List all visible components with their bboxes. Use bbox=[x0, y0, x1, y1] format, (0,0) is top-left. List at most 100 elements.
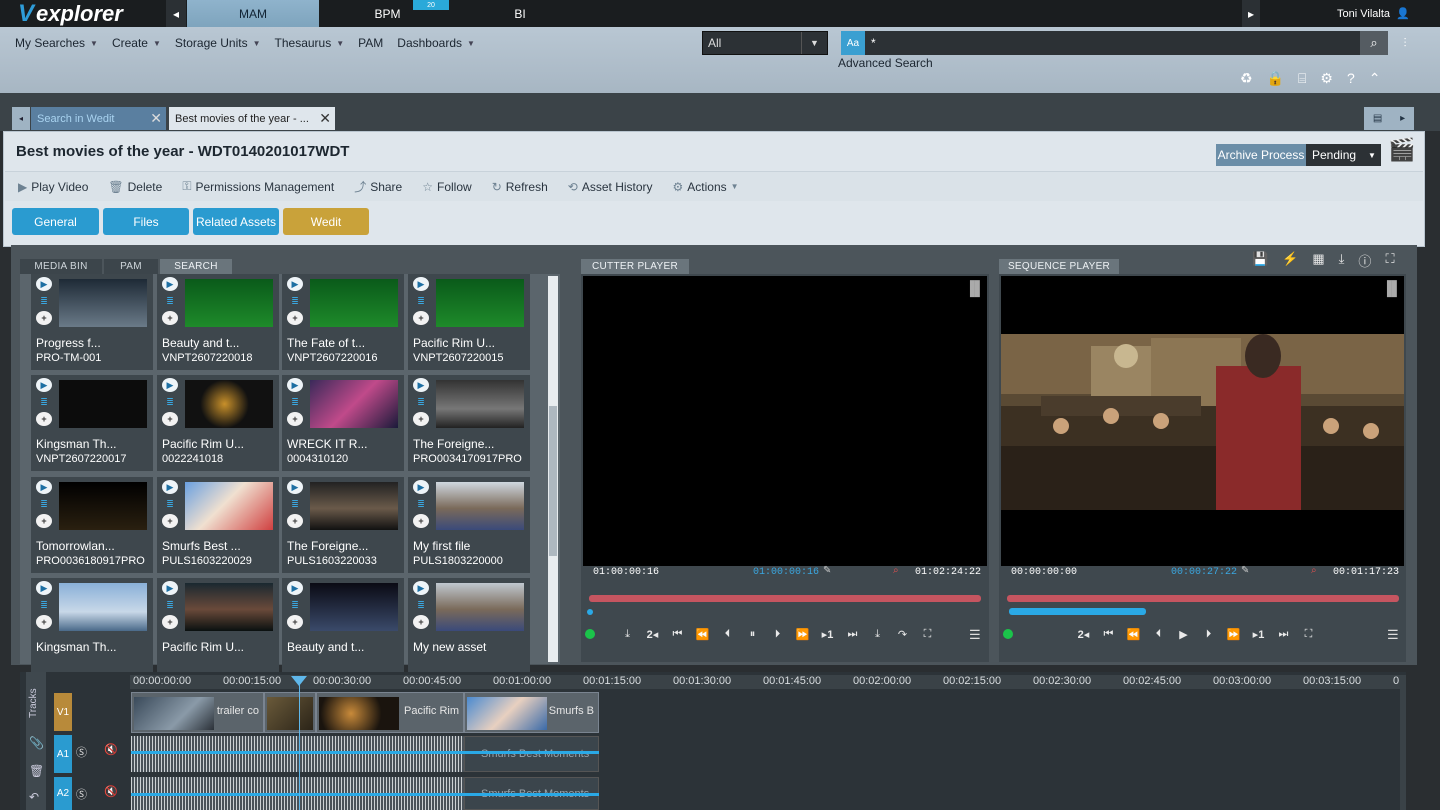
audio-clip-a1[interactable]: Smurfs Best Moments bbox=[464, 736, 599, 772]
media-item[interactable]: ▶ ≣ + WRECK IT R... 0004310120 bbox=[282, 375, 404, 471]
play-icon[interactable]: ▶ bbox=[287, 480, 303, 494]
rewind-icon[interactable]: ⏪ bbox=[690, 628, 715, 641]
cutter-screen[interactable] bbox=[583, 276, 987, 566]
add-icon[interactable]: + bbox=[162, 514, 178, 528]
prev-frame-icon[interactable]: ⏴ bbox=[715, 628, 740, 641]
menu-dashboards[interactable]: Dashboards ▼ bbox=[390, 33, 482, 53]
audio-waveform-a1[interactable] bbox=[131, 736, 464, 772]
add-icon[interactable]: + bbox=[162, 615, 178, 629]
tab-wedit[interactable]: Wedit bbox=[283, 208, 369, 235]
media-thumbnail[interactable] bbox=[436, 380, 524, 428]
media-item[interactable]: ▶ ≣ + Kingsman Th... VNPT2607220017 bbox=[31, 375, 153, 471]
step-back-icon[interactable]: ⏮ bbox=[1096, 628, 1121, 641]
zoom-icon[interactable]: ⌕ bbox=[893, 565, 899, 576]
play-icon[interactable]: ▶ bbox=[413, 581, 429, 595]
media-item[interactable]: ▶ ≣ + Kingsman Th... bbox=[31, 578, 153, 674]
cutter-player-tab[interactable]: CUTTER PLAYER bbox=[581, 259, 689, 274]
media-thumbnail[interactable] bbox=[59, 279, 147, 327]
delete-button[interactable]: 🗑 Delete bbox=[108, 178, 162, 195]
media-item[interactable]: ▶ ≣ + Tomorrowlan... PRO0036180917PRO bbox=[31, 477, 153, 573]
nav-left-arrow-icon[interactable]: ◂ bbox=[166, 0, 186, 27]
timeline-clip[interactable]: trailer co bbox=[131, 692, 264, 733]
case-sensitive-toggle[interactable]: Aa bbox=[841, 31, 865, 55]
sequence-progress-bar[interactable] bbox=[1009, 608, 1146, 615]
fullscreen-icon[interactable]: ⛶ bbox=[1296, 628, 1321, 641]
play-icon[interactable]: ▶ bbox=[287, 581, 303, 595]
forward-icon[interactable]: ⏩ bbox=[1221, 628, 1246, 641]
play-icon[interactable]: ▶ bbox=[36, 378, 52, 392]
speed-back-button[interactable]: 2◂ bbox=[640, 628, 665, 641]
sequence-scrubber[interactable] bbox=[1007, 595, 1399, 602]
rewind-icon[interactable]: ⏪ bbox=[1121, 628, 1146, 641]
cutter-scrubber[interactable] bbox=[589, 595, 981, 602]
audio-meter-icon[interactable]: ▐▌ bbox=[965, 280, 985, 296]
layout-icon[interactable]: ▦ bbox=[1312, 251, 1324, 270]
add-icon[interactable]: + bbox=[413, 514, 429, 528]
audio-level-line-a2[interactable] bbox=[131, 793, 599, 796]
tab-search[interactable]: SEARCH bbox=[160, 259, 232, 274]
add-icon[interactable]: + bbox=[36, 412, 52, 426]
edit-icon[interactable]: ✎ bbox=[1241, 565, 1249, 576]
insert-icon[interactable]: ↷ bbox=[890, 628, 915, 641]
media-bin-scrollbar[interactable] bbox=[548, 276, 558, 662]
mute-icon[interactable]: 🔇 bbox=[104, 785, 118, 798]
media-item[interactable]: ▶ ≣ + Pacific Rim U... VNPT2607220015 bbox=[408, 274, 530, 370]
add-icon[interactable]: + bbox=[287, 311, 303, 325]
step-back-icon[interactable]: ⏮ bbox=[665, 628, 690, 641]
sequence-screen[interactable] bbox=[1001, 276, 1404, 566]
media-thumbnail[interactable] bbox=[59, 482, 147, 530]
cutter-position-marker[interactable] bbox=[587, 609, 593, 615]
media-item[interactable]: ▶ ≣ + Beauty and t... VNPT2607220018 bbox=[157, 274, 279, 370]
nav-right-arrow-icon[interactable]: ▸ bbox=[1242, 0, 1260, 27]
search-input[interactable] bbox=[865, 31, 1360, 55]
media-thumbnail[interactable] bbox=[185, 583, 273, 631]
timeline-scrollbar[interactable] bbox=[1400, 675, 1406, 810]
add-icon[interactable]: + bbox=[413, 412, 429, 426]
play-icon[interactable]: ▶ bbox=[287, 378, 303, 392]
media-thumbnail[interactable] bbox=[310, 482, 398, 530]
tab-mam[interactable]: MAM bbox=[187, 0, 319, 27]
media-item[interactable]: ▶ ≣ + Progress f... PRO-TM-001 bbox=[31, 274, 153, 370]
gear-icon[interactable]: ⚙ bbox=[1320, 70, 1333, 87]
timeline-clip[interactable]: Pacific Rim bbox=[316, 692, 464, 733]
add-icon[interactable]: + bbox=[413, 311, 429, 325]
menu-my-searches[interactable]: My Searches ▼ bbox=[8, 33, 105, 53]
media-thumbnail[interactable] bbox=[310, 583, 398, 631]
add-icon[interactable]: + bbox=[36, 311, 52, 325]
play-icon[interactable]: ▶ bbox=[413, 378, 429, 392]
fullscreen-icon[interactable]: ⛶ bbox=[1385, 251, 1394, 270]
track-v1[interactable]: V1 bbox=[54, 693, 72, 731]
pin-icon[interactable]: ⫶ bbox=[1396, 31, 1414, 55]
media-item[interactable]: ▶ ≣ + The Foreigne... PULS1603220033 bbox=[282, 477, 404, 573]
media-item[interactable]: ▶ ≣ + Pacific Rim U... 0022241018 bbox=[157, 375, 279, 471]
media-item[interactable]: ▶ ≣ + The Fate of t... VNPT2607220016 bbox=[282, 274, 404, 370]
next-frame-icon[interactable]: ⏵ bbox=[1196, 628, 1221, 641]
add-icon[interactable]: + bbox=[287, 615, 303, 629]
edit-icon[interactable]: ✎ bbox=[823, 565, 831, 576]
advanced-search-link[interactable]: Advanced Search bbox=[838, 56, 933, 70]
menu-icon[interactable]: ☰ bbox=[1387, 627, 1399, 643]
attach-icon[interactable]: 📎 bbox=[29, 736, 44, 750]
trash-icon[interactable]: 🗑 bbox=[29, 764, 44, 778]
track-a1[interactable]: A1 bbox=[54, 735, 72, 773]
menu-storage-units[interactable]: Storage Units ▼ bbox=[168, 33, 268, 53]
play-icon[interactable]: ▶ bbox=[162, 277, 178, 291]
media-item[interactable]: ▶ ≣ + The Foreigne... PRO0034170917PRO bbox=[408, 375, 530, 471]
workspace-tab-search[interactable]: Search in Wedit ✕ bbox=[31, 107, 166, 130]
add-icon[interactable]: + bbox=[413, 615, 429, 629]
collapse-up-icon[interactable]: ⌃ bbox=[1369, 70, 1381, 87]
media-thumbnail[interactable] bbox=[436, 583, 524, 631]
tab-files[interactable]: Files bbox=[103, 208, 189, 235]
app-logo[interactable]: Vexplorer bbox=[18, 0, 123, 27]
next-frame-icon[interactable]: ⏵ bbox=[765, 628, 790, 641]
workspace-panel-toggle[interactable]: ▤ ▸ bbox=[1364, 107, 1414, 130]
play-icon[interactable]: ▶ bbox=[413, 277, 429, 291]
play-icon[interactable]: ▶ bbox=[413, 480, 429, 494]
step-forward-icon[interactable]: ⏭ bbox=[840, 628, 865, 641]
recycle-icon[interactable]: ♻ bbox=[1240, 70, 1253, 87]
tab-media-bin[interactable]: MEDIA BIN bbox=[20, 259, 102, 274]
prev-frame-icon[interactable]: ⏴ bbox=[1146, 628, 1171, 641]
media-thumbnail[interactable] bbox=[310, 380, 398, 428]
follow-button[interactable]: ☆ Follow bbox=[422, 178, 471, 195]
audio-meter-icon[interactable]: ▐▌ bbox=[1382, 280, 1402, 296]
